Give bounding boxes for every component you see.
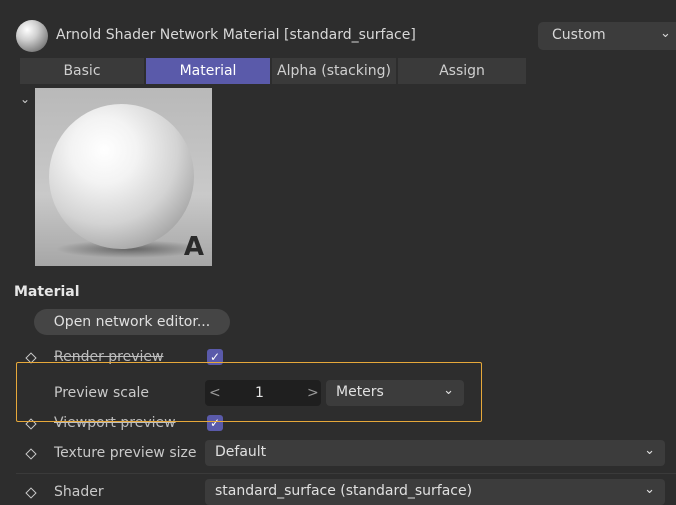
material-preview-thumbnail: A: [35, 88, 212, 266]
texture-preview-size-select[interactable]: Default ⌄: [205, 440, 665, 466]
material-title: Arnold Shader Network Material [standard…: [56, 27, 416, 43]
keyframe-diamond-icon[interactable]: [25, 487, 37, 499]
texture-preview-size-value: Default: [215, 444, 267, 460]
highlight-outline: [16, 362, 482, 422]
open-network-editor-button[interactable]: Open network editor...: [34, 309, 230, 335]
chevron-down-icon: ⌄: [644, 443, 655, 458]
shader-value: standard_surface (standard_surface): [215, 483, 473, 499]
tab-material[interactable]: Material: [146, 58, 270, 84]
divider: [16, 473, 676, 474]
keyframe-diamond-icon[interactable]: [25, 448, 37, 460]
texture-preview-size-label: Texture preview size: [54, 445, 197, 461]
section-title-material: Material: [14, 284, 80, 300]
chevron-down-icon: ⌄: [660, 26, 671, 41]
preview-sphere: [49, 104, 194, 249]
tab-basic[interactable]: Basic: [20, 58, 144, 84]
chevron-down-icon: ⌄: [644, 482, 655, 497]
shader-select[interactable]: standard_surface (standard_surface) ⌄: [205, 479, 665, 505]
material-sphere-icon: [16, 20, 48, 52]
preset-value: Custom: [552, 27, 606, 43]
tab-alpha-stacking[interactable]: Alpha (stacking): [272, 58, 396, 84]
tab-assign[interactable]: Assign: [398, 58, 526, 84]
collapse-chevron-icon[interactable]: ⌄: [20, 92, 30, 106]
arnold-badge: A: [183, 232, 204, 262]
shader-label: Shader: [54, 484, 104, 500]
